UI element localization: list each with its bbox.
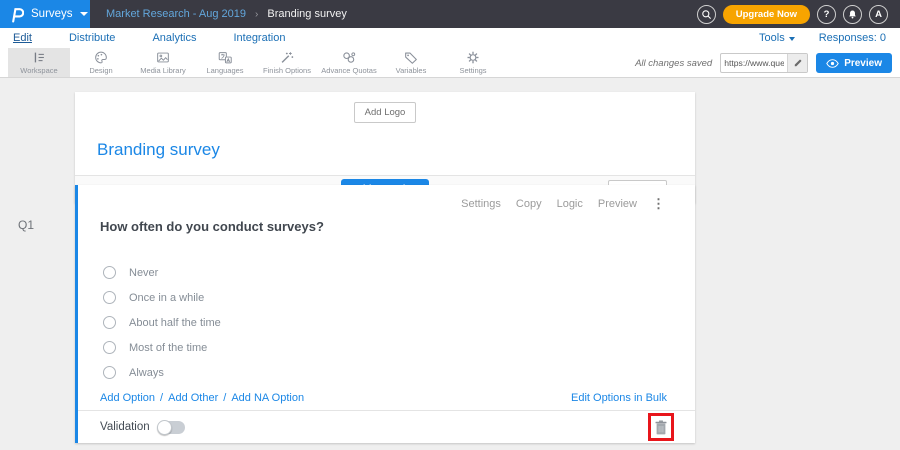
survey-url-input[interactable] — [721, 58, 787, 68]
highlight-box — [648, 413, 674, 441]
edit-options-in-bulk-link[interactable]: Edit Options in Bulk — [571, 392, 667, 404]
option-links: Add Option / Add Other / Add NA Option — [100, 392, 304, 404]
toolbar-item-finish-options[interactable]: Finish Options — [256, 48, 318, 77]
toolbar-item-label: Design — [89, 66, 112, 75]
questionpro-logo-icon — [9, 6, 24, 23]
question-settings-link[interactable]: Settings — [461, 198, 501, 210]
help-button[interactable]: ? — [817, 5, 836, 24]
question-card: Settings Copy Logic Preview ⋮ How often … — [75, 185, 695, 443]
add-na-option-link[interactable]: Add NA Option — [231, 392, 304, 404]
breadcrumb-parent-link[interactable]: Market Research - Aug 2019 — [106, 8, 246, 20]
tab-edit[interactable]: Edit — [13, 32, 32, 44]
workspace-icon — [31, 50, 47, 65]
validation-label: Validation — [100, 421, 150, 433]
tab-integration[interactable]: Integration — [233, 32, 285, 44]
chevron-down-icon — [80, 12, 88, 16]
question-copy-link[interactable]: Copy — [516, 198, 542, 210]
toggle-knob — [157, 420, 172, 435]
toolbar-item-design[interactable]: Design — [70, 48, 132, 77]
survey-url-field — [720, 53, 808, 73]
toolbar-item-label: Finish Options — [263, 66, 311, 75]
avatar[interactable]: A — [869, 5, 888, 24]
radio-icon[interactable] — [103, 366, 116, 379]
toolbar-item-label: Advance Quotas — [321, 66, 376, 75]
delete-question-button[interactable] — [655, 420, 667, 435]
search-icon — [701, 9, 712, 20]
question-number: Q1 — [18, 218, 34, 232]
topbar-actions: Upgrade Now ? A — [697, 0, 900, 28]
preview-button[interactable]: Preview — [816, 53, 892, 73]
link-separator: / — [223, 392, 226, 404]
add-logo-button[interactable]: Add Logo — [354, 102, 417, 123]
save-status: All changes saved — [635, 58, 712, 69]
pencil-icon — [793, 58, 803, 68]
question-logic-link[interactable]: Logic — [557, 198, 583, 210]
gear-icon — [465, 50, 481, 65]
section-nav: Edit Distribute Analytics Integration To… — [0, 28, 900, 48]
magic-wand-icon — [279, 50, 295, 65]
edit-url-button[interactable] — [787, 54, 807, 72]
survey-toolbar: Workspace Design Media Library Languages… — [0, 48, 900, 78]
upgrade-now-button[interactable]: Upgrade Now — [723, 5, 810, 24]
breadcrumb: Market Research - Aug 2019 › Branding su… — [106, 0, 347, 28]
translate-icon — [217, 50, 233, 65]
add-option-link[interactable]: Add Option — [100, 392, 155, 404]
tab-analytics[interactable]: Analytics — [152, 32, 196, 44]
toolbar-item-languages[interactable]: Languages — [194, 48, 256, 77]
toolbar-item-workspace[interactable]: Workspace — [8, 48, 70, 77]
bell-icon — [847, 9, 858, 20]
tools-menu[interactable]: Tools — [759, 32, 795, 44]
search-button[interactable] — [697, 5, 716, 24]
answer-option[interactable]: Once in a while — [103, 285, 221, 310]
product-label: Surveys — [31, 8, 73, 20]
image-icon — [155, 50, 171, 65]
tab-distribute[interactable]: Distribute — [69, 32, 115, 44]
tag-icon — [403, 50, 419, 65]
toolbar-item-settings[interactable]: Settings — [442, 48, 504, 77]
toolbar-item-label: Workspace — [20, 66, 57, 75]
nav-right: Tools Responses: 0 — [759, 32, 900, 44]
top-bar: Surveys Market Research - Aug 2019 › Bra… — [0, 0, 900, 28]
answer-options: Never Once in a while About half the tim… — [103, 260, 221, 385]
answer-option[interactable]: Always — [103, 360, 221, 385]
radio-icon[interactable] — [103, 341, 116, 354]
question-preview-link[interactable]: Preview — [598, 198, 637, 210]
kebab-menu-icon[interactable]: ⋮ — [652, 199, 665, 209]
question-action-menu: Settings Copy Logic Preview ⋮ — [461, 198, 665, 210]
link-separator: / — [160, 392, 163, 404]
surveys-product-menu[interactable]: Surveys — [0, 0, 90, 28]
validation-toggle[interactable] — [158, 421, 185, 434]
radio-icon[interactable] — [103, 266, 116, 279]
question-text[interactable]: How often do you conduct surveys? — [100, 219, 324, 234]
toolbar-right: All changes saved Preview — [635, 48, 892, 78]
chevron-down-icon — [789, 37, 795, 41]
answer-option[interactable]: Never — [103, 260, 221, 285]
breadcrumb-separator: › — [255, 9, 258, 20]
answer-option[interactable]: About half the time — [103, 310, 221, 335]
toolbar-item-advance-quotas[interactable]: Advance Quotas — [318, 48, 380, 77]
toolbar-item-label: Variables — [396, 66, 427, 75]
chain-links-icon — [341, 50, 357, 65]
radio-icon[interactable] — [103, 291, 116, 304]
toolbar-item-variables[interactable]: Variables — [380, 48, 442, 77]
notifications-button[interactable] — [843, 5, 862, 24]
answer-option[interactable]: Most of the time — [103, 335, 221, 360]
eye-icon — [826, 59, 839, 68]
responses-count[interactable]: Responses: 0 — [819, 32, 886, 44]
question-footer: Validation — [78, 410, 695, 443]
trash-icon — [655, 420, 667, 435]
toolbar-item-label: Media Library — [140, 66, 185, 75]
breadcrumb-current: Branding survey — [267, 8, 347, 20]
toolbar-item-media-library[interactable]: Media Library — [132, 48, 194, 77]
toolbar-item-label: Languages — [206, 66, 243, 75]
survey-title[interactable]: Branding survey — [97, 140, 695, 160]
toolbar-item-label: Settings — [459, 66, 486, 75]
add-other-link[interactable]: Add Other — [168, 392, 218, 404]
palette-icon — [93, 50, 109, 65]
radio-icon[interactable] — [103, 316, 116, 329]
